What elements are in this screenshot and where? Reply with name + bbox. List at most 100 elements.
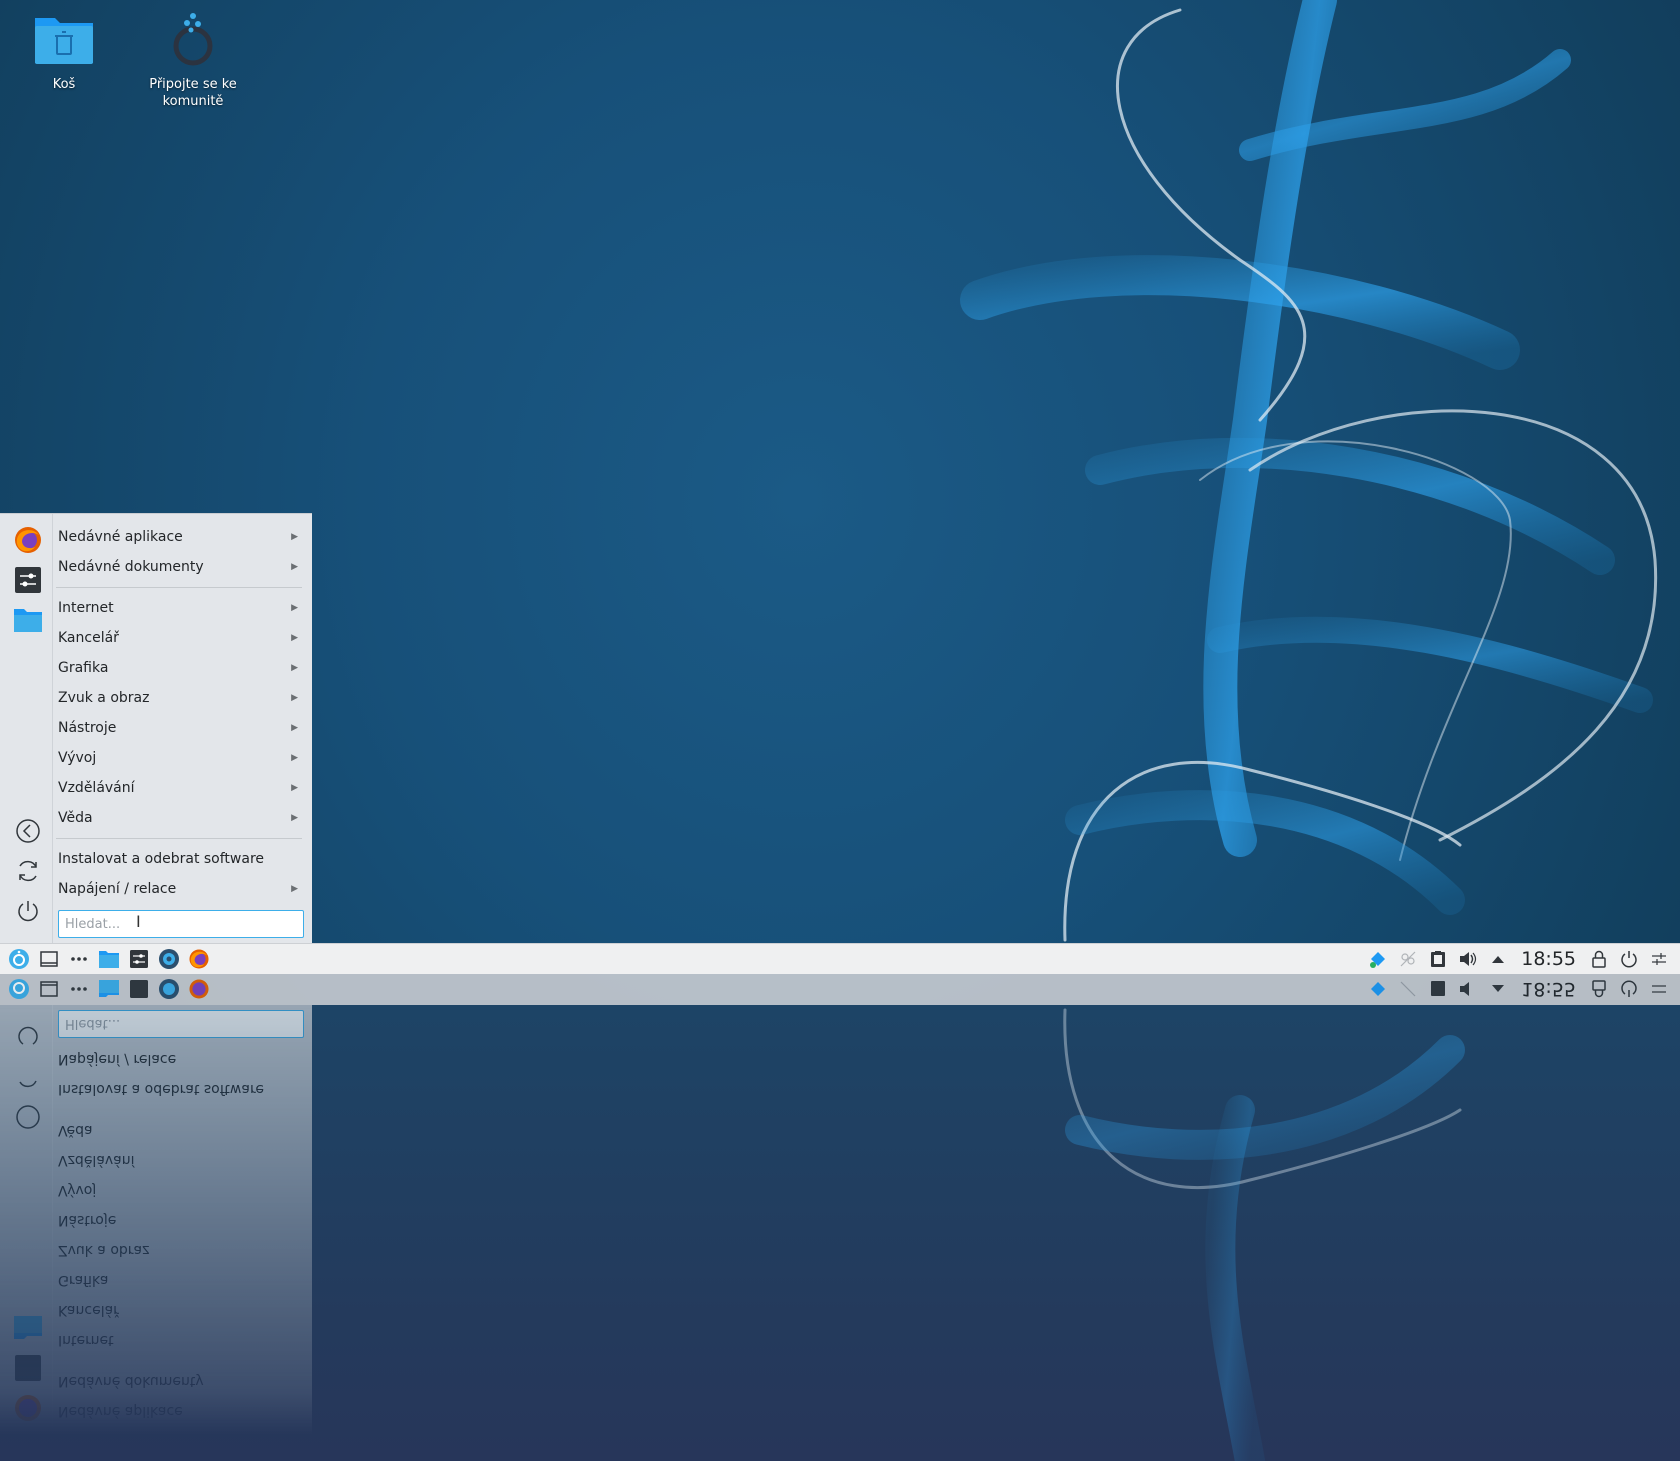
menu-item-graphics[interactable]: Grafika ▶	[52, 653, 306, 683]
menu-item-reflection: Kancelář	[52, 1295, 306, 1325]
menu-separator	[56, 587, 302, 588]
kde-menu-icon	[4, 974, 34, 1004]
search-input[interactable]	[58, 910, 304, 938]
menu-item-label: Věda	[58, 1122, 93, 1138]
discover-icon[interactable]	[154, 944, 184, 974]
menu-list: Nedávné aplikace ▶ Nedávné dokumenty ▶ Int…	[52, 522, 306, 904]
clipboard-icon	[1423, 974, 1453, 1004]
taskbar-reflection: 18:55	[0, 974, 1680, 1005]
firefox-icon[interactable]	[184, 944, 214, 974]
menu-item-label: Napájení / relace	[58, 1051, 177, 1067]
submenu-arrow-icon: ▶	[291, 753, 298, 763]
favorites-strip-reflection	[6, 1004, 53, 1434]
menu-item-development[interactable]: Vývoj ▶	[52, 743, 306, 773]
desktop-icon-trash[interactable]: Koš	[14, 10, 114, 93]
settings-icon	[12, 1352, 44, 1384]
submenu-arrow-icon: ▶	[291, 693, 298, 703]
network-icon[interactable]	[1393, 944, 1423, 974]
menu-item-label: Grafika	[58, 660, 109, 676]
clock[interactable]: 18:55	[1513, 948, 1584, 970]
menu-item-recent-documents[interactable]: Nedávné dokumenty ▶	[52, 552, 306, 582]
menu-item-reflection: Zvuk a obraz	[52, 1235, 306, 1265]
lock-icon	[1584, 974, 1614, 1004]
submenu-arrow-icon: ▶	[291, 532, 298, 542]
menu-item-reflection: Nedávné dokumenty	[52, 1366, 306, 1396]
desktop-icon-community[interactable]: Připojte se ke komunitě	[143, 10, 243, 110]
menu-item-label: Zvuk a obraz	[58, 690, 150, 706]
menu-item-reflection: Nedávné aplikace	[52, 1396, 306, 1426]
menu-separator	[56, 838, 302, 839]
system-settings-icon[interactable]	[124, 944, 154, 974]
menu-item-office[interactable]: Kancelář ▶	[52, 623, 306, 653]
community-icon	[173, 13, 213, 66]
taskbar-launchers	[4, 944, 214, 974]
favorites-strip	[6, 514, 53, 944]
desktop-icon-label: Koš	[52, 77, 76, 92]
menu-item-label: Nástroje	[58, 720, 117, 736]
system-settings-icon	[124, 974, 154, 1004]
clipboard-icon[interactable]	[1423, 944, 1453, 974]
menu-item-label: Grafika	[58, 1272, 109, 1288]
more-icon[interactable]	[64, 944, 94, 974]
menu-separator	[56, 1360, 302, 1361]
menu-item-utilities[interactable]: Nástroje ▶	[52, 713, 306, 743]
submenu-arrow-icon: ▶	[291, 633, 298, 643]
menu-item-science[interactable]: Věda ▶	[52, 803, 306, 833]
tray-expand-icon[interactable]	[1483, 944, 1513, 974]
panel-settings-icon	[1644, 974, 1674, 1004]
menu-item-power-session[interactable]: Napájení / relace ▶	[52, 874, 306, 904]
network-icon	[1393, 974, 1423, 1004]
volume-icon[interactable]	[1453, 944, 1483, 974]
update-icon[interactable]	[1363, 944, 1393, 974]
menu-item-label: Vzdělávání	[58, 780, 135, 796]
back-icon	[12, 1101, 44, 1133]
submenu-arrow-icon: ▶	[291, 884, 298, 894]
menu-item-reflection: Věda	[52, 1115, 306, 1145]
lock-icon[interactable]	[1584, 944, 1614, 974]
menu-item-label: Napájení / relace	[58, 881, 177, 897]
menu-item-label: Nástroje	[58, 1212, 117, 1228]
submenu-arrow-icon: ▶	[291, 663, 298, 673]
desktop-icon-label: Připojte se ke komunitě	[149, 77, 237, 109]
back-icon[interactable]	[12, 815, 44, 847]
settings-icon[interactable]	[12, 564, 44, 596]
submenu-arrow-icon: ▶	[291, 813, 298, 823]
menu-item-label: Vzdělávání	[58, 1152, 135, 1168]
dolphin-icon[interactable]	[94, 944, 124, 974]
shutdown-icon[interactable]	[1614, 944, 1644, 974]
show-desktop-icon	[34, 974, 64, 1004]
menu-item-install-software[interactable]: Instalovat a odebrat software	[52, 844, 306, 874]
power-icon[interactable]	[12, 895, 44, 927]
menu-item-label: Vývoj	[58, 1182, 97, 1198]
folder-icon	[12, 1312, 44, 1344]
menu-item-reflection: Internet	[52, 1325, 306, 1355]
clock-reflection: 18:55	[1521, 978, 1576, 1000]
menu-item-multimedia[interactable]: Zvuk a obraz ▶	[52, 683, 306, 713]
menu-item-reflection: Napájení / relace	[52, 1044, 306, 1074]
search-input-reflection: Hledat...	[58, 1010, 304, 1038]
menu-separator	[56, 1109, 302, 1110]
firefox-icon[interactable]	[12, 524, 44, 556]
menu-item-education[interactable]: Vzdělávání ▶	[52, 773, 306, 803]
show-desktop-icon[interactable]	[34, 944, 64, 974]
volume-icon	[1453, 974, 1483, 1004]
menu-reflection-panel: Nedávné aplikace Nedávné dokumenty Inter…	[0, 1004, 312, 1435]
kde-menu-icon[interactable]	[4, 944, 34, 974]
refresh-icon[interactable]	[12, 855, 44, 887]
menu-list-reflection: Nedávné aplikace Nedávné dokumenty Inter…	[52, 1044, 306, 1426]
taskbar-launchers-reflection	[4, 974, 214, 1004]
panel-settings-icon[interactable]	[1644, 944, 1674, 974]
shutdown-icon	[1614, 974, 1644, 1004]
menu-item-label: Instalovat a odebrat software	[58, 1081, 265, 1097]
folder-icon[interactable]	[12, 604, 44, 636]
menu-item-label: Nedávné dokumenty	[58, 559, 204, 575]
menu-item-label: Internet	[58, 1332, 114, 1348]
submenu-arrow-icon: ▶	[291, 603, 298, 613]
menu-item-label: Nedávné aplikace	[58, 1403, 183, 1419]
menu-item-internet[interactable]: Internet ▶	[52, 593, 306, 623]
menu-item-label: Internet	[58, 600, 114, 616]
submenu-arrow-icon: ▶	[291, 562, 298, 572]
menu-item-recent-apps[interactable]: Nedávné aplikace ▶	[52, 522, 306, 552]
system-tray-reflection: 18:55	[1363, 974, 1674, 1004]
menu-item-reflection: Vývoj	[52, 1175, 306, 1205]
